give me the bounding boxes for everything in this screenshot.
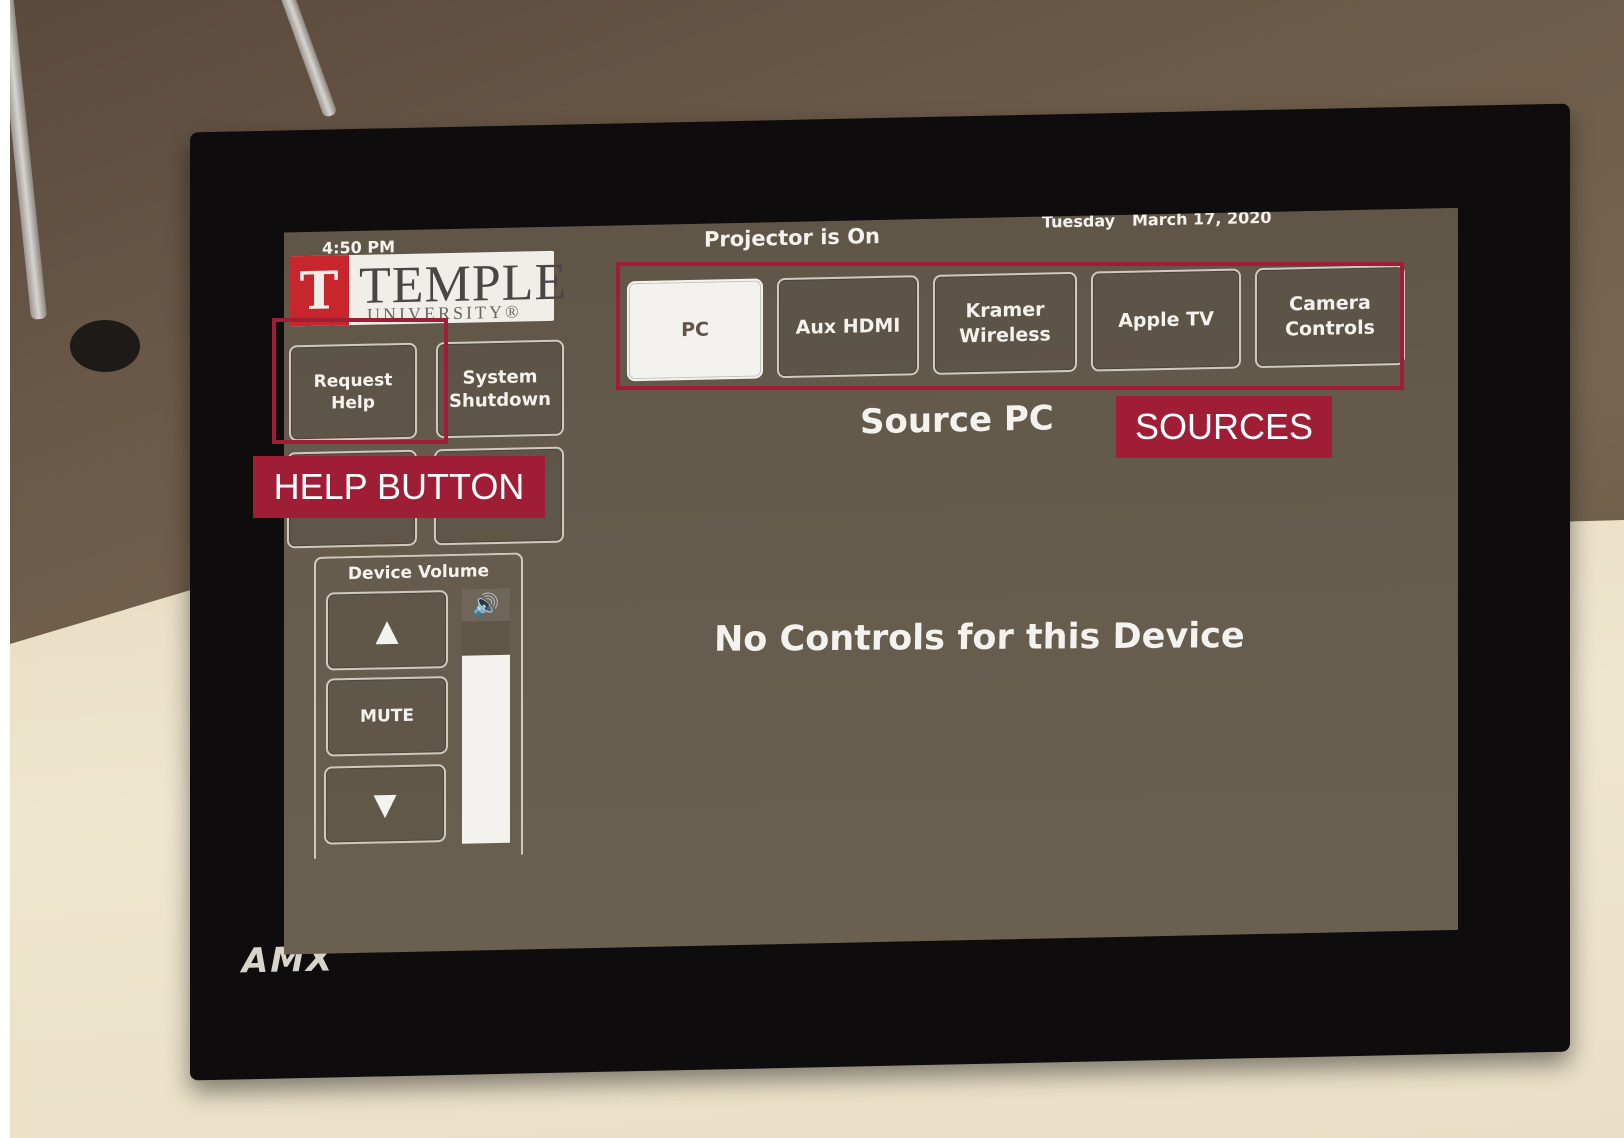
day-of-week: Tuesday bbox=[1042, 211, 1116, 232]
help-button-callout: HELP BUTTON bbox=[253, 456, 545, 518]
volume-down-button[interactable]: ▼ bbox=[324, 764, 446, 845]
chair-leg bbox=[10, 0, 48, 320]
no-controls-message: No Controls for this Device bbox=[713, 616, 1245, 660]
system-shutdown-button[interactable]: System Shutdown bbox=[436, 339, 564, 439]
date: March 17, 2020 bbox=[1132, 207, 1272, 230]
mute-button[interactable]: MUTE bbox=[326, 676, 448, 757]
sources-callout: SOURCES bbox=[1116, 396, 1332, 458]
amx-touch-panel: AMX 4:50 PM Projector is On Tuesday Marc… bbox=[190, 103, 1570, 1081]
current-source-title: Source PC bbox=[860, 398, 1054, 443]
chair-leg bbox=[276, 0, 338, 119]
temple-t-icon: T bbox=[289, 255, 349, 327]
volume-level-bar[interactable]: 🔊 bbox=[462, 588, 510, 844]
help-button-highlight bbox=[272, 318, 448, 444]
speaker-icon: 🔊 bbox=[462, 588, 510, 622]
volume-title: Device Volume bbox=[347, 561, 490, 585]
device-volume-panel: Device Volume ▲ MUTE ▼ 🔊 bbox=[314, 552, 523, 859]
projector-status: Projector is On bbox=[704, 223, 881, 252]
volume-up-button[interactable]: ▲ bbox=[326, 590, 448, 671]
chair-wheel bbox=[70, 320, 140, 372]
arrow-down-icon: ▼ bbox=[373, 786, 397, 823]
sources-highlight bbox=[616, 262, 1404, 390]
arrow-up-icon: ▲ bbox=[375, 612, 399, 649]
temple-university-logo: T TEMPLE UNIVERSITY® bbox=[289, 250, 567, 327]
